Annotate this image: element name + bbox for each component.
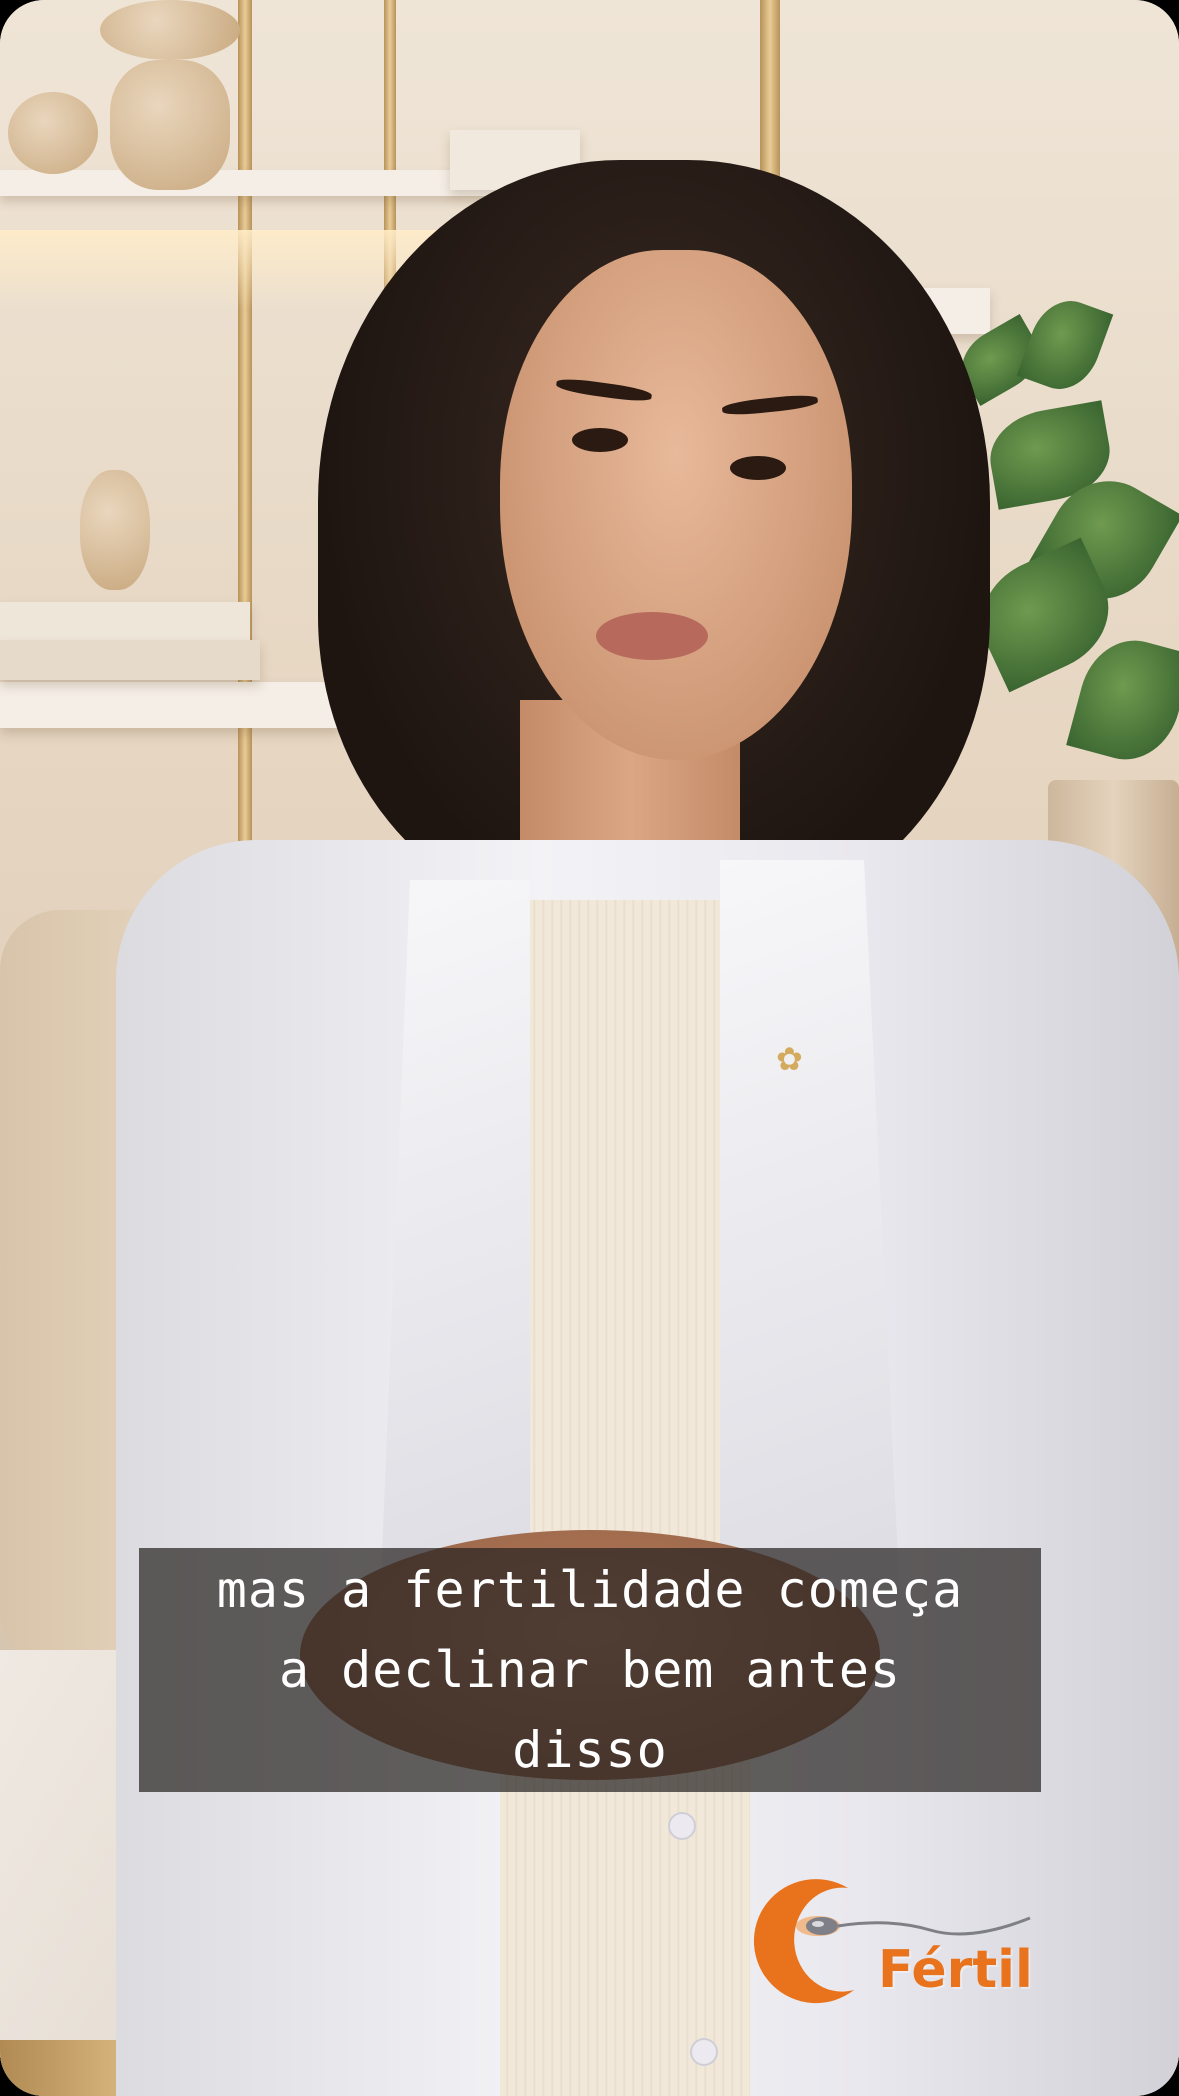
brand-name: Fértil [878,1940,1033,2000]
caption-line-3: disso [512,1721,668,1779]
face [500,250,852,760]
eye [730,456,786,480]
brand-logo: Fértil [730,1848,1050,2008]
subtitle-caption: mas a fertilidade começa a declinar bem … [139,1548,1041,1792]
coat-button [668,1812,696,1840]
caption-line-2: a declinar bem antes [278,1641,902,1699]
caption-line-1: mas a fertilidade começa [216,1561,964,1619]
video-frame[interactable]: ✿ mas a fertilidade começa a declinar be… [0,0,1179,2096]
flower-pin-icon: ✿ [776,1040,803,1078]
coat-button [690,2038,718,2066]
blouse [500,900,750,2096]
eye [572,428,628,452]
lips [596,612,708,660]
